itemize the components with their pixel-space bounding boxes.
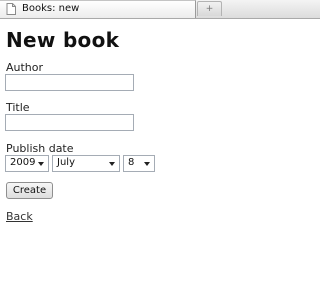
author-label: Author [6,61,44,74]
new-tab-button[interactable]: + [197,1,222,16]
year-select[interactable]: 2009 [5,155,49,172]
tab-books-new[interactable]: Books: new [0,0,196,18]
month-select-value: July [57,157,75,168]
day-select[interactable]: 8 [123,155,155,172]
chevron-down-icon [144,162,150,166]
page-title: New book [6,28,120,52]
create-button[interactable]: Create [6,182,53,199]
chevron-down-icon [38,162,44,166]
plus-icon: + [205,4,214,14]
back-link[interactable]: Back [6,210,33,223]
publish-date-label: Publish date [6,142,74,155]
title-label: Title [6,101,30,114]
author-field[interactable] [5,74,134,91]
chevron-down-icon [109,162,115,166]
tab-title: Books: new [22,3,80,14]
browser-tab-bar: Books: new + [0,0,320,19]
month-select[interactable]: July [52,155,120,172]
day-select-value: 8 [128,157,135,168]
year-select-value: 2009 [10,157,36,168]
title-field[interactable] [5,114,134,131]
page-icon [6,3,16,15]
